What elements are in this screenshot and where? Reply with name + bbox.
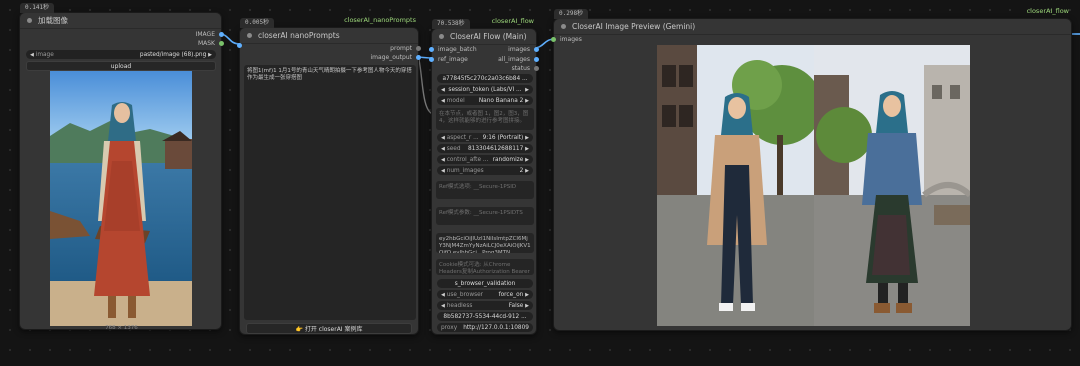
control-after-generate-select[interactable]: ◀ control_afte ... randomize ▶ xyxy=(437,155,533,164)
arrow-right-icon[interactable]: ▶ xyxy=(525,292,529,298)
output-slot-prompt[interactable]: prompt xyxy=(390,45,421,52)
arrow-right-icon[interactable]: ▶ xyxy=(525,157,529,163)
arrow-left-icon[interactable]: ◀ xyxy=(441,168,445,174)
flow-node-tag: closerAI_flow xyxy=(491,17,534,25)
aspect-ratio-select[interactable]: ◀ aspect_r ... 9:16 (Portrait) ▶ xyxy=(437,133,533,142)
cookie-mode-field[interactable]: Cookie模式可选: 从Chrome Headers复制Authorizati… xyxy=(436,259,534,275)
input-slot-ref-image[interactable]: ref_image xyxy=(429,56,468,63)
headless-select[interactable]: ◀ headless False ▶ xyxy=(437,301,533,310)
preview-node-header[interactable]: CloserAI Image Preview (Gemini) xyxy=(554,19,1071,35)
output-slot-mask[interactable]: MASK xyxy=(198,40,224,47)
uuid-field[interactable]: 8b582737-5534-44cd-912 ... xyxy=(437,312,533,321)
arrow-left-icon[interactable]: ◀ xyxy=(30,52,34,58)
closerai-flow-node[interactable]: 70.538秒 closerAI_flow CloserAI Flow (Mai… xyxy=(429,17,539,335)
seed-input[interactable]: ◀ seed 813304612688117 ▶ xyxy=(437,144,533,153)
num-images-input[interactable]: ◀ num_images 2 ▶ xyxy=(437,166,533,175)
prompts-node-title: closerAI nanoPrompts xyxy=(258,31,340,40)
arrow-right-icon[interactable]: ▶ xyxy=(525,98,529,104)
preview-node-tag: closerAI_flow xyxy=(1026,7,1069,15)
flow-node-title: CloserAI Flow (Main) xyxy=(450,32,527,41)
generated-image-1[interactable] xyxy=(657,45,814,326)
output-slot-status[interactable]: status xyxy=(512,65,539,72)
token-textarea[interactable]: ey2hbGciOiJIUzI1NiIsImtpZCI6MjY3NjM4ZmYy… xyxy=(436,233,534,253)
load-timing-badge: 0.141秒 xyxy=(20,3,55,13)
flow-timing-badge: 70.538秒 xyxy=(432,19,470,29)
session-token-select[interactable]: ◀ session_token (Labs/VI ... ▶ xyxy=(437,85,533,94)
output-slot-all-images[interactable]: all_images xyxy=(498,56,539,63)
arrow-left-icon[interactable]: ◀ xyxy=(441,292,445,298)
ref-param-field[interactable]: Ref模式参数: __Secure-1PSIDTS xyxy=(436,207,534,225)
output-slot-image-output[interactable]: image_output xyxy=(371,54,421,61)
arrow-right-icon[interactable]: ▶ xyxy=(208,52,212,58)
browser-validation-field[interactable]: s_browser_validation xyxy=(437,279,533,288)
street-photo-trench-coat xyxy=(657,45,814,326)
arrow-right-icon[interactable]: ▶ xyxy=(525,303,529,309)
arrow-right-icon[interactable]: ▶ xyxy=(525,135,529,141)
image-select[interactable]: ◀ image pasted/image (68).png ▶ xyxy=(26,50,216,59)
arrow-left-icon[interactable]: ◀ xyxy=(441,87,445,93)
open-case-library-button[interactable]: 👉 打开 closerAI 案例库 xyxy=(246,323,412,334)
arrow-left-icon[interactable]: ◀ xyxy=(441,157,445,163)
arrow-right-icon[interactable]: ▶ xyxy=(525,87,529,93)
street-photo-denim-jacket xyxy=(814,45,970,326)
collapse-dot-icon[interactable] xyxy=(247,33,252,38)
output-slot-image[interactable]: IMAGE xyxy=(196,31,224,38)
arrow-right-icon[interactable]: ▶ xyxy=(525,168,529,174)
load-image-node[interactable]: 0.141秒 加载图像 IMAGE MASK ◀ image pasted/im… xyxy=(19,3,224,331)
collapse-dot-icon[interactable] xyxy=(561,24,566,29)
prompts-node-tag: closerAI_nanoPrompts xyxy=(344,16,416,24)
arrow-left-icon[interactable]: ◀ xyxy=(441,146,445,152)
model-select[interactable]: ◀ model Nano Banana 2 ▶ xyxy=(437,96,533,105)
woman-lake-photo xyxy=(50,71,192,326)
proxy-field[interactable]: proxy http://127.0.0.1:10809 xyxy=(437,323,533,332)
use-browser-select[interactable]: ◀ use_browser force_on ▶ xyxy=(437,290,533,299)
input-slot-image-batch[interactable]: image_batch xyxy=(429,46,477,53)
upload-button[interactable]: upload xyxy=(26,61,216,71)
arrow-left-icon[interactable]: ◀ xyxy=(441,135,445,141)
loaded-image-preview xyxy=(50,71,192,326)
preview-node-title: CloserAI Image Preview (Gemini) xyxy=(572,22,696,31)
input-slot-images[interactable]: images xyxy=(551,36,582,43)
arrow-right-icon[interactable]: ▶ xyxy=(525,146,529,152)
flow-info-text[interactable]: 在本节点，或者图 1，图2，图3，图4，这样就能够的进行参考图拼接。 xyxy=(436,108,534,130)
load-node-header[interactable]: 加载图像 xyxy=(20,13,221,29)
load-node-title: 加载图像 xyxy=(38,16,68,25)
collapse-dot-icon[interactable] xyxy=(439,34,444,39)
hash-field[interactable]: a77845f5c270c2a03c6b84 ... xyxy=(437,74,533,83)
flow-node-header[interactable]: CloserAI Flow (Main) xyxy=(432,29,536,45)
preview-timing-badge: 0.298秒 xyxy=(554,9,589,19)
collapse-dot-icon[interactable] xyxy=(27,18,32,23)
arrow-left-icon[interactable]: ◀ xyxy=(441,303,445,309)
arrow-left-icon[interactable]: ◀ xyxy=(441,98,445,104)
ref-option-field[interactable]: Ref模式选项: __Secure-1PSID xyxy=(436,181,534,199)
image-preview-node[interactable]: 0.298秒 closerAI_flow CloserAI Image Prev… xyxy=(551,7,1072,331)
image-dimensions: 768 × 1376 xyxy=(105,325,138,331)
input-slot-image[interactable] xyxy=(237,43,246,48)
prompts-timing-badge: 0.005秒 xyxy=(240,18,275,28)
prompts-node-header[interactable]: closerAI nanoPrompts xyxy=(240,28,418,44)
generated-image-2[interactable] xyxy=(814,45,970,326)
output-slot-images[interactable]: images xyxy=(508,46,539,53)
prompt-textarea[interactable]: 将图1(mf)1 1月1号的青山天气晴朗拍摄一下参考图人物今天的穿搭作为最生成一… xyxy=(244,65,416,320)
nano-prompts-node[interactable]: 0.005秒 closerAI_nanoPrompts closerAI nan… xyxy=(237,16,421,335)
